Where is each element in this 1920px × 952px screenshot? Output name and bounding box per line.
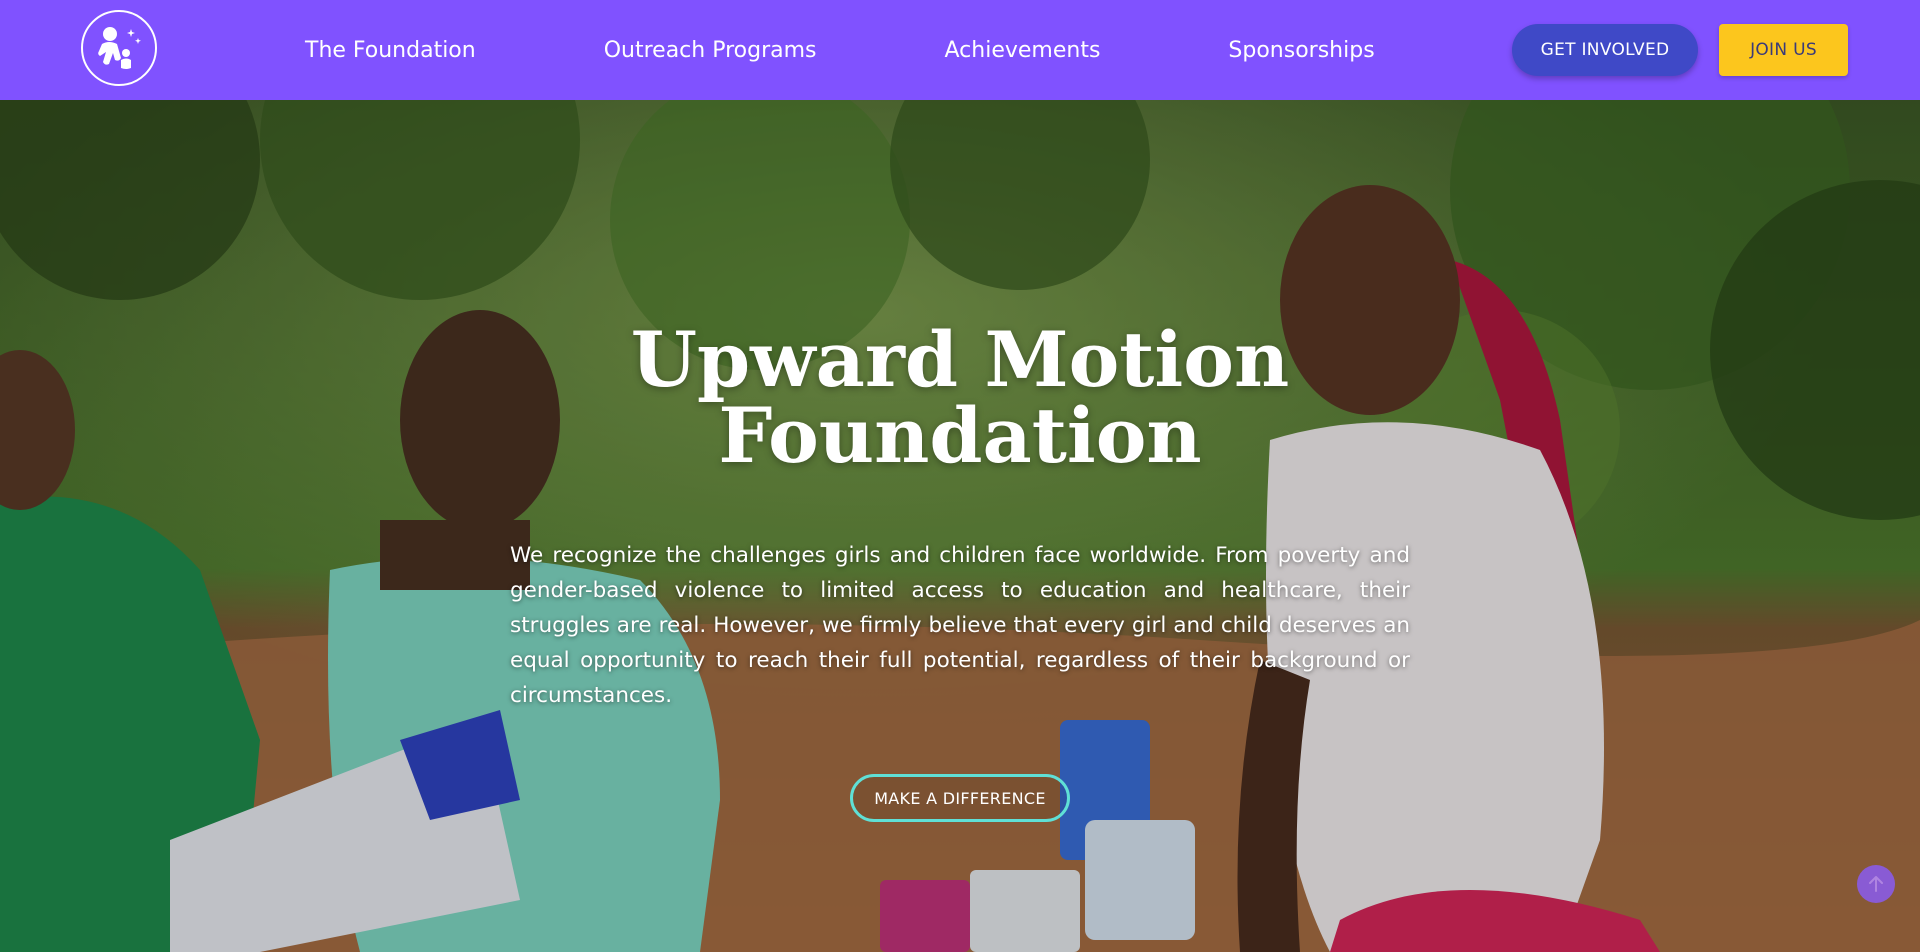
make-a-difference-button[interactable]: MAKE A DIFFERENCE <box>850 774 1070 822</box>
hero-title-line-2: Foundation <box>718 391 1202 480</box>
hero-section: Upward Motion Foundation We recognize th… <box>0 100 1920 952</box>
hero-description: We recognize the challenges girls and ch… <box>510 543 1410 708</box>
nav-link-the-foundation[interactable]: The Foundation <box>305 38 476 63</box>
foundation-logo-icon[interactable] <box>81 10 157 86</box>
scroll-to-top-button[interactable] <box>1857 865 1895 903</box>
arrow-up-icon <box>1869 876 1883 892</box>
nav-link-achievements[interactable]: Achievements <box>945 38 1101 63</box>
hero-dark-overlay <box>0 100 1920 952</box>
get-involved-button[interactable]: GET INVOLVED <box>1512 24 1698 76</box>
hero-title: Upward Motion Foundation <box>560 322 1360 474</box>
site-header: The Foundation Outreach Programs Achieve… <box>0 0 1920 100</box>
nav-link-outreach-programs[interactable]: Outreach Programs <box>604 38 817 63</box>
main-nav: The Foundation Outreach Programs Achieve… <box>305 0 1375 100</box>
join-us-button[interactable]: JOIN US <box>1719 24 1848 76</box>
nav-link-sponsorships[interactable]: Sponsorships <box>1228 38 1374 63</box>
